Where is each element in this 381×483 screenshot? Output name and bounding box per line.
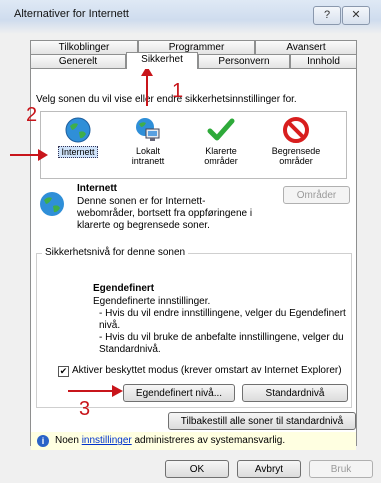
intranet-icon	[134, 116, 162, 144]
zone-label: Begrensede områder	[271, 146, 321, 166]
default-level-button[interactable]: Standardnivå	[242, 384, 348, 402]
annotation-arrow-right-icon	[10, 148, 48, 162]
annotation-arrow-up-icon	[140, 66, 154, 106]
tab-personvern[interactable]: Personvern	[198, 54, 290, 68]
protected-mode-label: Aktiver beskyttet modus (krever omstart …	[72, 365, 342, 376]
info-icon: i	[37, 435, 49, 447]
admin-notice: i Noen innstillinger administreres av sy…	[31, 432, 356, 450]
annotation-number-2: 2	[26, 104, 38, 126]
tab-sikkerhet[interactable]: Sikkerhet	[126, 52, 198, 69]
reset-all-zones-button[interactable]: Tilbakestill alle soner til standardnivå	[168, 412, 356, 430]
zone-lokalt-intranett[interactable]: Lokalt intranett	[113, 116, 183, 176]
security-level-line: Egendefinerte innstillinger.	[93, 296, 211, 307]
restricted-icon	[282, 116, 310, 144]
custom-level-button[interactable]: Egendefinert nivå...	[123, 384, 235, 402]
checkmark-icon	[207, 116, 235, 144]
checkmark-icon: ✔	[59, 366, 68, 376]
close-icon: ✕	[351, 9, 361, 21]
zone-klarerte-omrader[interactable]: Klarerte områder	[186, 116, 256, 176]
cancel-button[interactable]: Avbryt	[237, 460, 301, 478]
zones-prompt: Velg sonen du vil vise eller endre sikke…	[36, 94, 297, 105]
globe-icon	[64, 116, 92, 144]
tab-tilkoblinger[interactable]: Tilkoblinger	[30, 40, 138, 54]
annotation-number-1: 1	[172, 80, 184, 102]
internet-options-dialog: Alternativer for Internett ? ✕ Tilkoblin…	[0, 0, 381, 483]
security-level-description: Egendefinerte innstillinger. - Hvis du v…	[93, 296, 348, 356]
security-level-title: Egendefinert	[93, 283, 155, 294]
tab-generelt[interactable]: Generelt	[30, 54, 126, 68]
annotation-arrow-right-icon-2	[68, 384, 124, 398]
notice-prefix: Noen	[55, 435, 79, 446]
zone-label: Lokalt intranett	[131, 146, 165, 166]
zone-info-title: Internett	[77, 183, 117, 194]
zone-info-description: Denne sonen er for Internett-webområder,…	[77, 196, 253, 231]
close-button[interactable]: ✕	[342, 6, 370, 25]
ok-button[interactable]: OK	[165, 460, 229, 478]
protected-mode-checkbox[interactable]: ✔	[58, 366, 69, 377]
zone-begrensede-omrader[interactable]: Begrensede områder	[261, 116, 331, 176]
security-level-line: - Hvis du vil endre innstillingene, velg…	[99, 308, 346, 331]
tab-innhold[interactable]: Innhold	[290, 54, 357, 68]
help-button[interactable]: ?	[313, 6, 341, 25]
security-level-line: - Hvis du vil bruke de anbefalte innstil…	[99, 332, 344, 355]
zones-list: Internett Lokalt intranett Klarerte områ…	[40, 111, 347, 179]
tab-avansert[interactable]: Avansert	[255, 40, 357, 54]
apply-button[interactable]: Bruk	[309, 460, 373, 478]
zone-label: Internett	[58, 146, 98, 158]
security-level-group-label: Sikkerhetsnivå for denne sonen	[42, 247, 189, 258]
zone-internett[interactable]: Internett	[43, 116, 113, 176]
notice-link[interactable]: innstillinger	[82, 435, 132, 446]
sites-button[interactable]: Områder	[283, 186, 350, 204]
zone-info-globe-icon	[38, 190, 66, 218]
annotation-number-3: 3	[79, 398, 91, 420]
window-title: Alternativer for Internett	[14, 8, 129, 20]
zone-label: Klarerte områder	[204, 146, 238, 166]
notice-suffix: administreres av systemansvarlig.	[134, 435, 286, 446]
